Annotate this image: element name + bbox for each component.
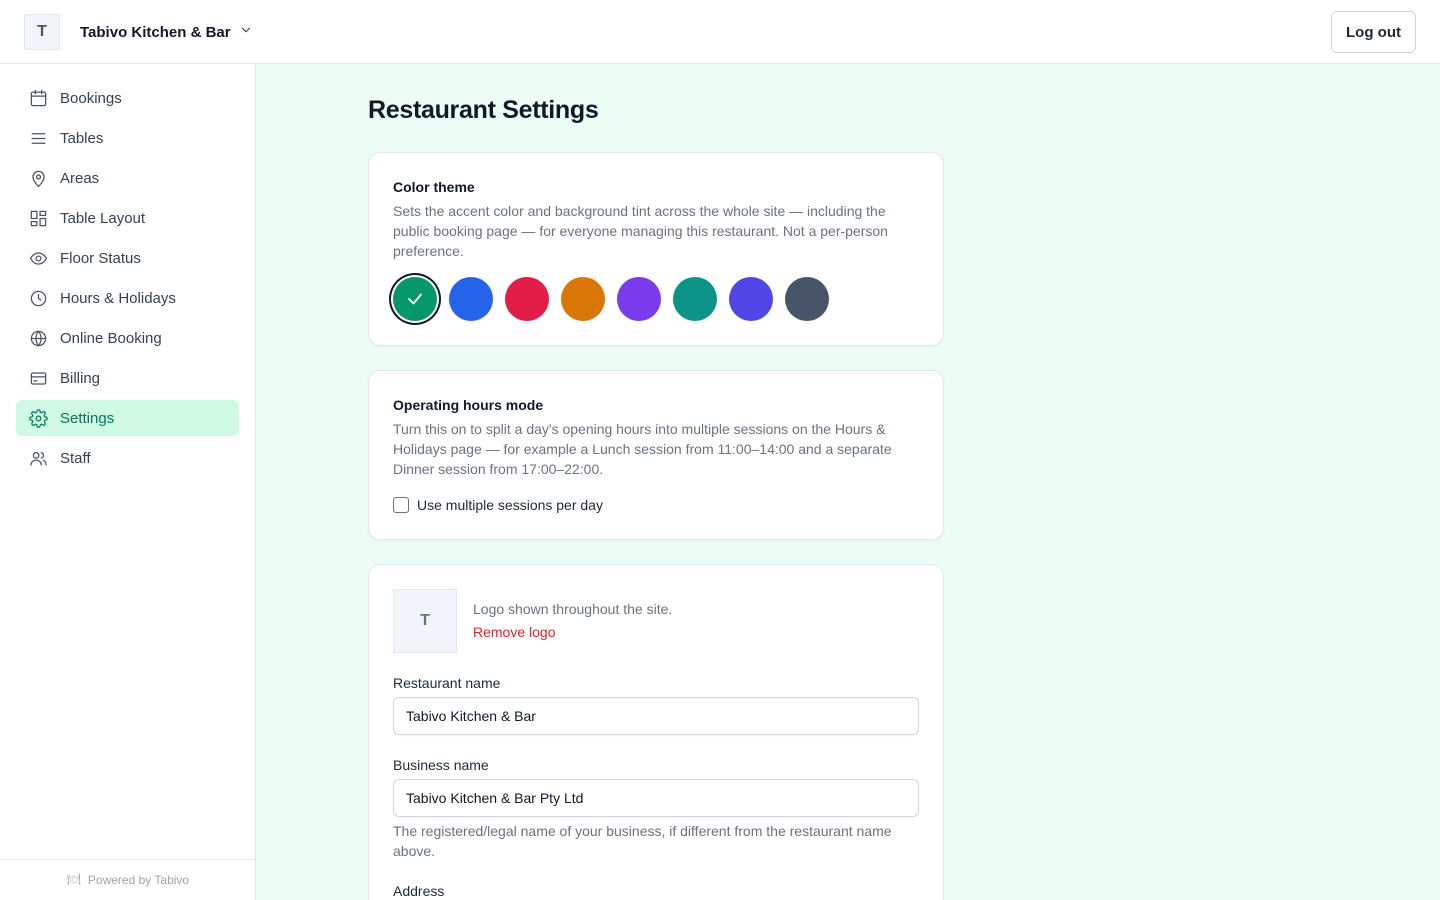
- multiple-sessions-checkbox[interactable]: [393, 497, 409, 513]
- multiple-sessions-option[interactable]: Use multiple sessions per day: [393, 497, 603, 513]
- check-icon: [408, 293, 422, 305]
- sidebar-item-tables[interactable]: Tables: [16, 120, 239, 156]
- color-theme-heading: Color theme: [393, 179, 475, 195]
- sidebar-item-label: Billing: [60, 369, 101, 387]
- business-name-input[interactable]: [393, 779, 919, 817]
- sidebar-item-label: Areas: [60, 169, 100, 187]
- sidebar-item-areas[interactable]: Areas: [16, 160, 239, 196]
- sidebar-item-floor-status[interactable]: Floor Status: [16, 240, 239, 276]
- business-name-label: Business name: [393, 757, 489, 773]
- restaurant-switcher[interactable]: Tabivo Kitchen & Bar: [80, 20, 253, 44]
- list-icon: [28, 128, 48, 148]
- sidebar-item-hours-holidays[interactable]: Hours & Holidays: [16, 280, 239, 316]
- eye-icon: [28, 248, 48, 268]
- sidebar: Bookings Tables Areas Table Layout Floor…: [0, 64, 256, 900]
- color-swatch-violet[interactable]: [617, 277, 661, 321]
- color-swatch-blue[interactable]: [449, 277, 493, 321]
- color-swatch-teal[interactable]: [673, 277, 717, 321]
- powered-by-text: Powered by Tabivo: [87, 873, 190, 887]
- remove-logo-link[interactable]: Remove logo: [473, 624, 556, 640]
- color-swatch-green[interactable]: [393, 277, 437, 321]
- restaurant-name-label: Restaurant name: [393, 675, 501, 691]
- restaurant-profile-card: T Logo shown throughout the site. Remove…: [368, 564, 944, 900]
- sidebar-item-label: Hours & Holidays: [60, 289, 176, 307]
- address-label: Address: [393, 883, 445, 899]
- business-name-help: The registered/legal name of your busine…: [393, 823, 892, 859]
- chevron-down-icon: [239, 23, 253, 42]
- logout-button[interactable]: Log out: [1331, 11, 1416, 53]
- sidebar-item-label: Bookings: [60, 89, 122, 107]
- sidebar-item-online-booking[interactable]: Online Booking: [16, 320, 239, 356]
- logo-preview: T: [393, 589, 457, 653]
- sidebar-item-label: Table Layout: [60, 209, 146, 227]
- sidebar-item-table-layout[interactable]: Table Layout: [16, 200, 239, 236]
- color-swatch-slate[interactable]: [785, 277, 829, 321]
- sidebar-nav: Bookings Tables Areas Table Layout Floor…: [16, 80, 239, 480]
- credit-card-icon: [28, 368, 48, 388]
- top-bar: T Tabivo Kitchen & Bar Log out: [0, 0, 1440, 64]
- sidebar-item-label: Online Booking: [60, 329, 162, 347]
- page-title: Restaurant Settings: [368, 96, 599, 124]
- sidebar-item-settings[interactable]: Settings: [16, 400, 239, 436]
- sidebar-item-label: Tables: [60, 129, 104, 147]
- color-swatch-rose[interactable]: [505, 277, 549, 321]
- color-theme-description: Sets the accent color and background tin…: [393, 203, 888, 259]
- gear-icon: [28, 408, 48, 428]
- globe-icon: [28, 328, 48, 348]
- color-swatch-indigo[interactable]: [729, 277, 773, 321]
- clock-icon: [28, 288, 48, 308]
- tabivo-logo-icon: 🍽: [66, 874, 81, 886]
- operating-hours-card: Operating hours mode Turn this on to spl…: [368, 370, 944, 540]
- logo-description: Logo shown throughout the site.: [473, 601, 673, 617]
- users-icon: [28, 448, 48, 468]
- color-theme-card: Color theme Sets the accent color and ba…: [368, 152, 944, 346]
- sidebar-item-staff[interactable]: Staff: [16, 440, 239, 476]
- sidebar-item-label: Settings: [60, 409, 115, 427]
- layout-grid-icon: [28, 208, 48, 228]
- sidebar-item-bookings[interactable]: Bookings: [16, 80, 239, 116]
- sidebar-item-billing[interactable]: Billing: [16, 360, 239, 396]
- multiple-sessions-label: Use multiple sessions per day: [417, 497, 603, 513]
- restaurant-switcher-label: Tabivo Kitchen & Bar: [80, 23, 231, 41]
- restaurant-logo: T: [24, 14, 60, 50]
- operating-hours-heading: Operating hours mode: [393, 397, 544, 413]
- calendar-icon: [28, 88, 48, 108]
- map-pin-icon: [28, 168, 48, 188]
- sidebar-item-label: Staff: [60, 449, 91, 467]
- restaurant-name-input[interactable]: [393, 697, 919, 735]
- powered-by-footer: 🍽 Powered by Tabivo: [0, 859, 255, 900]
- sidebar-item-label: Floor Status: [60, 249, 141, 267]
- operating-hours-description: Turn this on to split a day's opening ho…: [393, 421, 892, 477]
- color-swatch-amber[interactable]: [561, 277, 605, 321]
